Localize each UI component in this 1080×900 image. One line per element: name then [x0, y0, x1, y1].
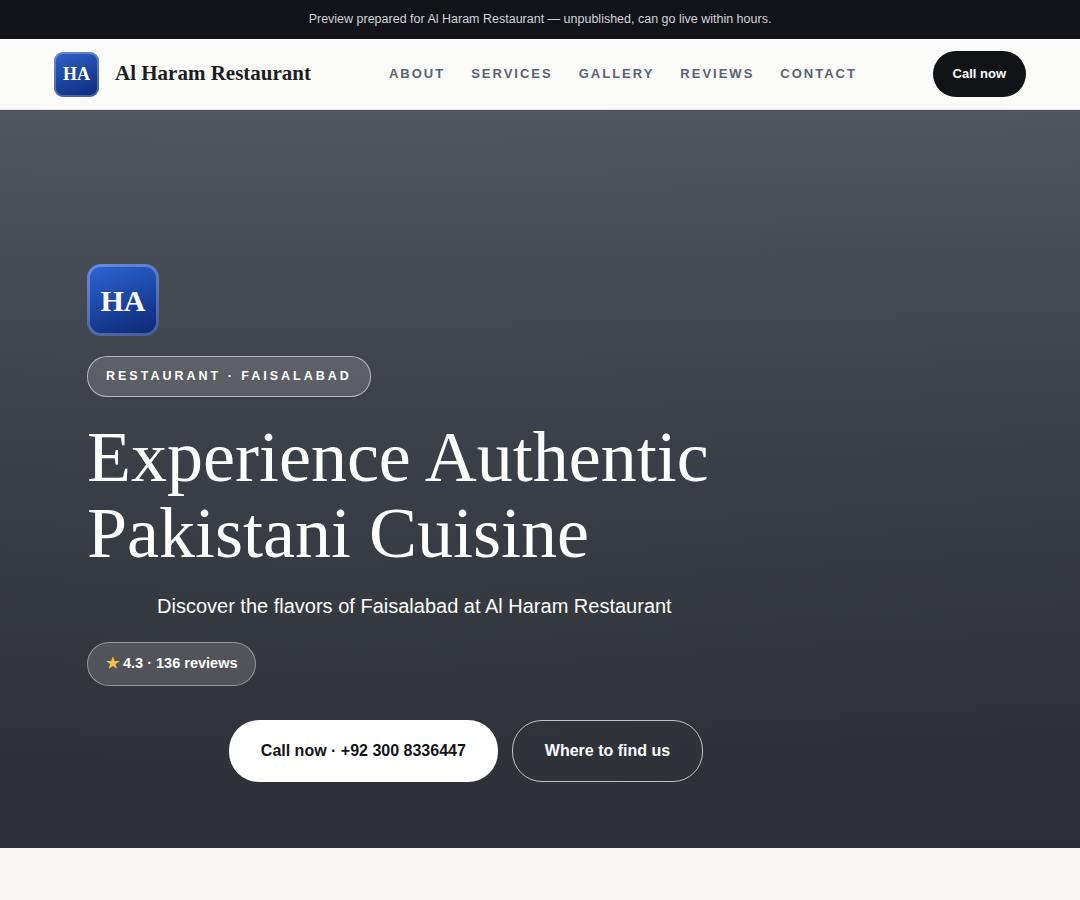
- hero-buttons: Call now · +92 300 8336447Where to find …: [87, 720, 845, 782]
- hero-section: HA RESTAURANT · FAISALABAD Experience Auth…: [0, 110, 1080, 848]
- hero-subtitle: Discover the flavors of Faisalabad at Al…: [157, 591, 845, 621]
- nav-links: ABOUT SERVICES GALLERY REVIEWS CONTACT: [389, 64, 857, 84]
- nav-link[interactable]: REVIEWS: [680, 64, 754, 84]
- star-icon: ★: [106, 655, 119, 671]
- site-header: HA Al Haram Restaurant ABOUT SERVICES GALLER…: [0, 39, 1080, 110]
- eyebrow-wrap: RESTAURANT · FAISALABAD: [87, 336, 845, 397]
- rating-wrap: ★4.3 · 136 reviews: [87, 621, 845, 686]
- brand-logo: HA: [54, 52, 99, 97]
- nav-link[interactable]: ABOUT: [389, 64, 445, 84]
- hero-logo: HA: [87, 264, 159, 336]
- nav-link[interactable]: SERVICES: [471, 64, 553, 84]
- brand-name: Al Haram Restaurant: [115, 58, 311, 90]
- hero-call-button[interactable]: Call now · +92 300 8336447: [229, 720, 498, 782]
- hero-content: HA RESTAURANT · FAISALABAD Experience Auth…: [0, 110, 845, 782]
- rating-pill: ★4.3 · 136 reviews: [87, 642, 256, 686]
- category-pill: RESTAURANT · FAISALABAD: [87, 356, 371, 397]
- find-us-button[interactable]: Where to find us: [512, 720, 703, 782]
- call-now-button[interactable]: Call now: [933, 51, 1026, 97]
- brand-link[interactable]: HA Al Haram Restaurant: [54, 52, 311, 97]
- title-line: Experience Authentic: [87, 419, 845, 495]
- preview-banner: Preview prepared for Al Haram Restaurant…: [0, 0, 1080, 39]
- hero-title: Experience AuthenticPakistani Cuisine: [87, 419, 845, 571]
- nav-link[interactable]: GALLERY: [579, 64, 655, 84]
- nav-link[interactable]: CONTACT: [780, 64, 857, 84]
- title-line: Pakistani Cuisine: [87, 495, 845, 571]
- rating-text: 4.3 · 136 reviews: [123, 655, 237, 671]
